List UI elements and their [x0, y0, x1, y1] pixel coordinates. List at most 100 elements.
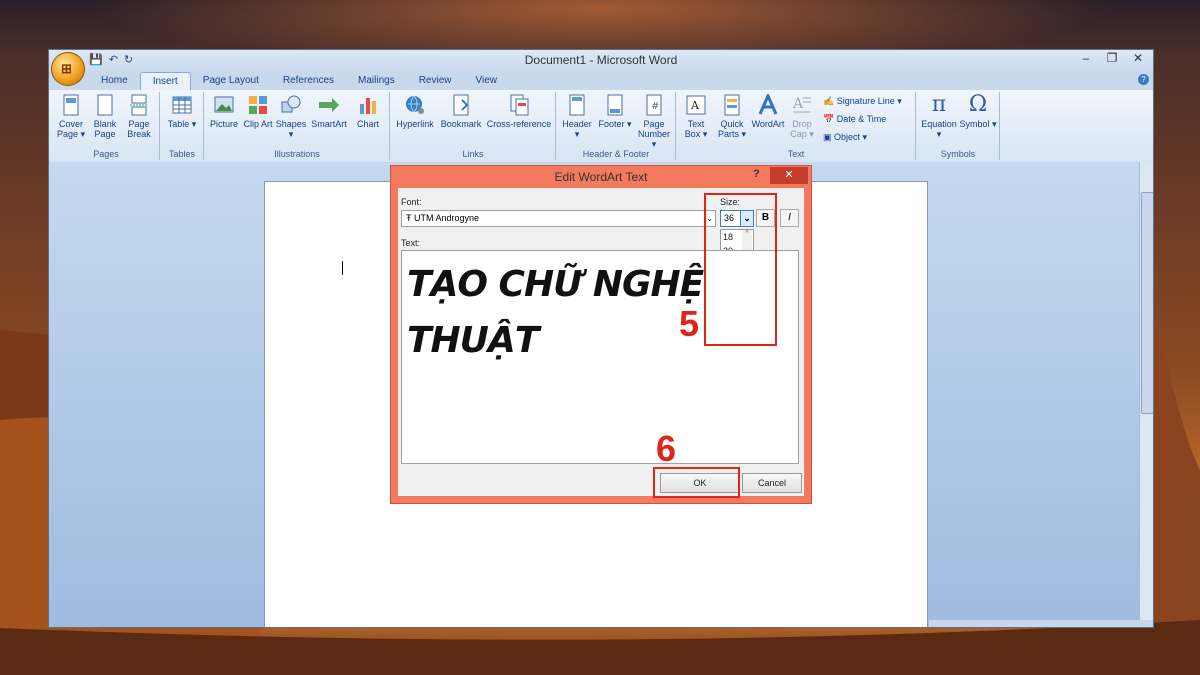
- cover-page-button[interactable]: Cover Page ▾: [55, 94, 87, 139]
- smartart-icon: [319, 98, 339, 112]
- chart-icon: [360, 98, 376, 114]
- object-icon: ▣: [823, 132, 835, 142]
- tab-mailings[interactable]: Mailings: [346, 72, 407, 90]
- shapes-button[interactable]: Shapes ▾: [275, 94, 307, 139]
- tab-insert[interactable]: Insert: [139, 72, 191, 90]
- table-icon: [172, 96, 192, 114]
- bookmark-icon: [453, 94, 469, 116]
- picture-icon: [214, 96, 234, 113]
- blank-page-icon: [97, 94, 113, 116]
- ribbon-tabs: Home Insert Page Layout References Maili…: [89, 72, 509, 90]
- tab-references[interactable]: References: [271, 72, 346, 90]
- tab-page-layout[interactable]: Page Layout: [191, 72, 271, 90]
- quick-access-toolbar: 💾 ↶ ↻: [89, 53, 133, 66]
- office-button[interactable]: ⊞: [51, 52, 85, 86]
- header-icon: [569, 94, 585, 116]
- smartart-button[interactable]: SmartArt: [309, 94, 349, 129]
- title-bar: Document1 - Microsoft Word – ❐ ✕: [49, 50, 1153, 72]
- cover-page-icon: [63, 94, 79, 116]
- step-6-label: 6: [656, 428, 677, 469]
- cross-reference-button[interactable]: Cross-reference: [485, 94, 553, 129]
- help-icon[interactable]: ?: [1138, 74, 1149, 85]
- text-label: Text:: [401, 238, 421, 248]
- pi-icon: π: [931, 92, 947, 117]
- font-label: Font:: [401, 197, 422, 207]
- truetype-font-icon: Ŧ: [406, 213, 412, 223]
- font-combobox[interactable]: Ŧ UTM Androgyne ⌄: [401, 210, 716, 227]
- group-tables: Table ▾ Tables: [161, 92, 204, 160]
- table-button[interactable]: Table ▾: [165, 94, 199, 129]
- office-logo-icon: ⊞: [61, 61, 72, 76]
- wordart-button[interactable]: WordArt: [749, 94, 787, 129]
- font-value: UTM Androgyne: [414, 213, 480, 223]
- text-box-button[interactable]: A Text Box ▾: [679, 94, 713, 139]
- symbol-button[interactable]: Ω Symbol ▾: [959, 92, 997, 130]
- group-text: A Text Box ▾ Quick Parts ▾ WordArt A Drop …: [677, 92, 916, 160]
- signature-line-button[interactable]: ✍ Signature Line ▾: [823, 96, 913, 106]
- restore-button[interactable]: ❐: [1099, 50, 1125, 68]
- group-label-pages: Pages: [93, 149, 119, 159]
- page-break-button[interactable]: Page Break: [123, 94, 155, 139]
- ribbon: Cover Page ▾ Blank Page Page Break Pages…: [49, 90, 1153, 163]
- redo-icon[interactable]: ↻: [124, 53, 133, 66]
- quick-parts-button[interactable]: Quick Parts ▾: [715, 94, 749, 139]
- hyperlink-icon: [406, 95, 424, 114]
- group-label-text: Text: [787, 149, 805, 159]
- footer-button[interactable]: Footer ▾: [597, 94, 633, 129]
- tab-home[interactable]: Home: [89, 72, 140, 90]
- drop-cap-icon: A: [792, 96, 811, 113]
- cross-reference-icon: [510, 94, 529, 116]
- clip-art-button[interactable]: Clip Art: [243, 94, 273, 129]
- object-button[interactable]: ▣ Object ▾: [823, 132, 913, 142]
- save-icon[interactable]: 💾: [89, 53, 103, 66]
- window-title: Document1 - Microsoft Word: [524, 53, 678, 67]
- equation-button[interactable]: π Equation ▾: [919, 92, 959, 140]
- cancel-button[interactable]: Cancel: [742, 473, 802, 493]
- quick-parts-icon: [724, 94, 740, 116]
- step-5-label: 5: [679, 303, 700, 344]
- chart-button[interactable]: Chart: [351, 94, 385, 129]
- bookmark-button[interactable]: Bookmark: [439, 94, 483, 129]
- highlight-ok-box: [653, 467, 740, 498]
- group-symbols: π Equation ▾ Ω Symbol ▾ Symbols: [917, 92, 1000, 160]
- omega-icon: Ω: [968, 92, 988, 117]
- minimize-button[interactable]: –: [1073, 50, 1099, 68]
- clip-art-icon: [249, 96, 267, 114]
- group-label-symbols: Symbols: [940, 149, 976, 159]
- scroll-thumb[interactable]: [1141, 192, 1153, 414]
- drop-cap-button[interactable]: A Drop Cap ▾: [787, 94, 817, 139]
- group-header-footer: Header ▾ Footer ▾ # Page Number ▾ Header …: [557, 92, 676, 160]
- wordart-text: TẠO CHỮ NGHỆ THUẬT: [407, 264, 704, 361]
- date-time-button[interactable]: 📅 Date & Time: [823, 114, 913, 124]
- group-links: Hyperlink Bookmark Cross-reference Links: [391, 92, 556, 160]
- svg-text:#: #: [651, 101, 659, 112]
- svg-text:A: A: [792, 96, 804, 112]
- dialog-help-button[interactable]: ?: [753, 168, 760, 180]
- tab-review[interactable]: Review: [407, 72, 464, 90]
- dialog-close-button[interactable]: ✕: [770, 167, 808, 184]
- date-time-icon: 📅: [823, 114, 837, 124]
- page-number-icon: #: [646, 94, 662, 116]
- hyperlink-button[interactable]: Hyperlink: [393, 94, 437, 129]
- group-label-header-footer: Header & Footer: [582, 149, 650, 159]
- group-label-links: Links: [462, 149, 484, 159]
- footer-icon: [607, 94, 623, 116]
- blank-page-button[interactable]: Blank Page: [89, 94, 121, 139]
- picture-button[interactable]: Picture: [207, 94, 241, 129]
- svg-text:A: A: [690, 99, 700, 112]
- header-button[interactable]: Header ▾: [559, 94, 595, 139]
- group-illustrations: Picture Clip Art Shapes ▾ SmartArt Chart…: [205, 92, 390, 160]
- page-break-icon: [130, 94, 148, 116]
- group-pages: Cover Page ▾ Blank Page Page Break Pages: [53, 92, 160, 160]
- vertical-scrollbar[interactable]: [1139, 162, 1153, 627]
- wordart-icon: [758, 94, 778, 115]
- text-box-icon: A: [686, 95, 706, 115]
- text-cursor: [342, 261, 343, 275]
- close-window-button[interactable]: ✕: [1125, 50, 1151, 68]
- group-label-tables: Tables: [168, 149, 195, 159]
- tab-view[interactable]: View: [464, 72, 510, 90]
- dialog-title: Edit WordArt Text: [554, 170, 648, 184]
- italic-button[interactable]: I: [780, 209, 799, 227]
- page-number-button[interactable]: # Page Number ▾: [635, 94, 673, 149]
- undo-icon[interactable]: ↶: [109, 53, 118, 66]
